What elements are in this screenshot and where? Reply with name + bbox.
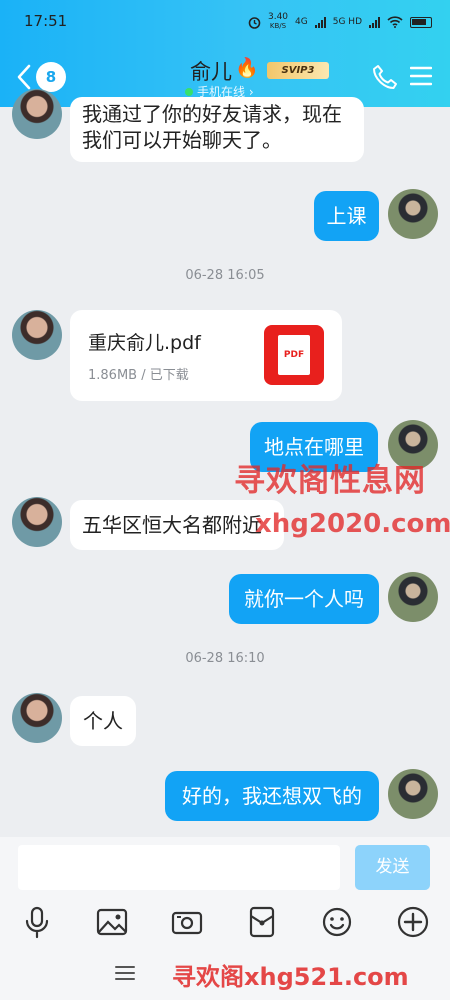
timestamp: 06-28 16:05 xyxy=(185,268,265,283)
wifi-icon xyxy=(387,16,403,28)
status-time: 17:51 xyxy=(24,12,68,30)
microphone-icon[interactable] xyxy=(20,905,54,939)
chat-header: 17:51 3.40 KB/S 4G 5G HD 8 俞儿 🔥 SVIP3 手机在… xyxy=(0,0,450,107)
contact-title[interactable]: 俞儿 🔥 SVIP3 手机在线 › xyxy=(185,56,345,100)
watermark: 寻欢阁xhg521.com xyxy=(172,963,409,991)
contact-name: 俞儿 xyxy=(190,60,232,84)
message-bubble[interactable]: 我通过了你的好友请求，现在我们可以开始聊天了。 xyxy=(70,97,364,162)
battery-icon xyxy=(410,16,432,28)
system-nav-bar: 寻欢阁xhg521.com xyxy=(0,947,450,1000)
menu-icon[interactable] xyxy=(410,66,432,86)
red-packet-icon[interactable] xyxy=(245,905,279,939)
input-area: 发送 xyxy=(0,837,450,947)
alarm-icon xyxy=(248,16,261,29)
chevron-left-icon xyxy=(17,64,31,90)
signal-icon xyxy=(314,16,326,28)
status-bar: 17:51 3.40 KB/S 4G 5G HD xyxy=(0,0,450,40)
back-button[interactable]: 8 xyxy=(16,62,66,92)
network-type-1: 4G xyxy=(295,17,308,27)
watermark: xhg2020.com xyxy=(255,509,450,539)
signal-icon xyxy=(369,16,380,28)
network-speed: 3.40 KB/S xyxy=(267,12,289,31)
message-bubble[interactable]: 个人 xyxy=(70,696,136,746)
watermark: 寻欢阁性息网 xyxy=(234,463,426,499)
online-dot-icon xyxy=(185,87,193,96)
avatar[interactable] xyxy=(388,189,438,239)
unread-badge: 8 xyxy=(36,62,66,92)
message-input[interactable] xyxy=(18,845,340,890)
camera-icon[interactable] xyxy=(170,905,204,939)
pdf-icon: PDF xyxy=(264,325,324,385)
avatar[interactable] xyxy=(388,572,438,622)
message-bubble[interactable]: 五华区恒大名都附近 xyxy=(70,500,284,550)
emoji-icon[interactable] xyxy=(320,905,354,939)
network-type-2: 5G HD xyxy=(332,17,362,27)
menu-icon[interactable] xyxy=(115,965,135,981)
message-bubble[interactable]: 就你一个人吗 xyxy=(229,574,379,624)
input-toolbar xyxy=(0,905,450,943)
message-bubble[interactable]: 好的，我还想双飞的 xyxy=(165,771,379,821)
send-button[interactable]: 发送 xyxy=(355,845,430,890)
avatar[interactable] xyxy=(12,89,62,139)
avatar[interactable] xyxy=(12,497,62,547)
svip-badge: SVIP3 xyxy=(267,62,329,79)
plus-icon[interactable] xyxy=(396,905,430,939)
timestamp: 06-28 16:10 xyxy=(185,651,265,666)
file-card[interactable]: 重庆俞儿.pdf 1.86MB / 已下载 PDF xyxy=(70,310,342,401)
message-list[interactable]: 我通过了你的好友请求，现在我们可以开始聊天了。 上课 06-28 16:05 重… xyxy=(0,89,450,837)
avatar[interactable] xyxy=(12,693,62,743)
status-icons: 3.40 KB/S 4G 5G HD xyxy=(248,13,432,31)
image-icon[interactable] xyxy=(95,905,129,939)
file-name: 重庆俞儿.pdf xyxy=(88,332,201,354)
phone-icon[interactable] xyxy=(372,64,398,90)
message-bubble[interactable]: 上课 xyxy=(314,191,379,241)
fire-icon: 🔥 xyxy=(235,57,259,79)
file-meta: 1.86MB / 已下载 xyxy=(88,368,189,383)
avatar[interactable] xyxy=(12,310,62,360)
avatar[interactable] xyxy=(388,769,438,819)
